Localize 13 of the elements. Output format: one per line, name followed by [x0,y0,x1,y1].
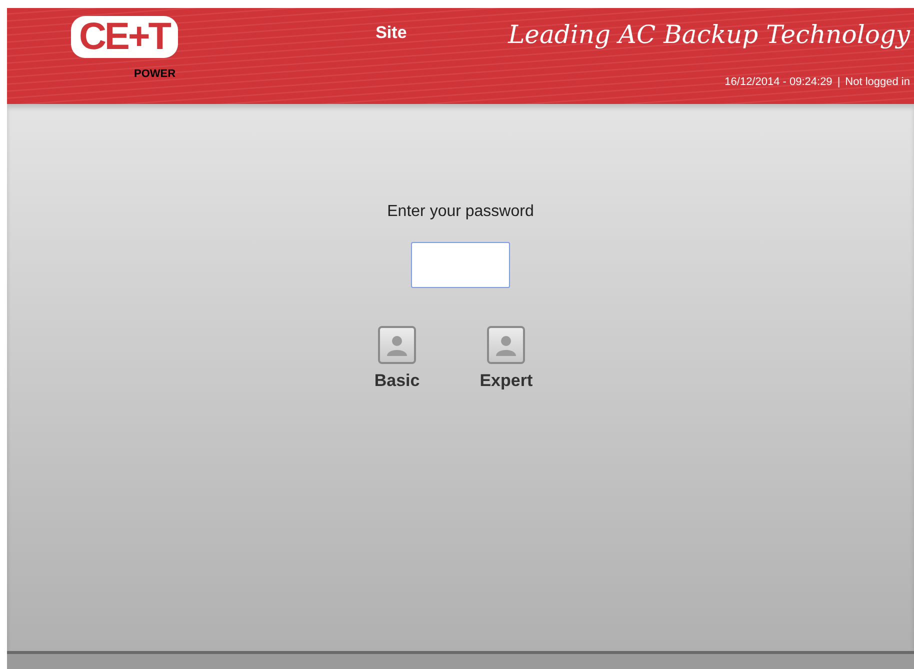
password-prompt: Enter your password [387,202,534,222]
logo-subtext: POWER [134,67,176,82]
password-field[interactable] [411,242,510,288]
profile-button[interactable]: Basic [374,326,420,394]
logo-text: CE+T [79,18,170,56]
separator: | [837,74,840,90]
site-title: Site [376,22,407,44]
tagline: Leading AC Backup Technology [508,19,910,51]
date-time: 16/12/2014 - 09:24:29 [724,74,832,90]
user-icon [385,333,410,357]
user-icon [494,333,518,357]
profile-button[interactable]: Expert [480,326,533,394]
login-status: Not logged in [845,74,910,90]
